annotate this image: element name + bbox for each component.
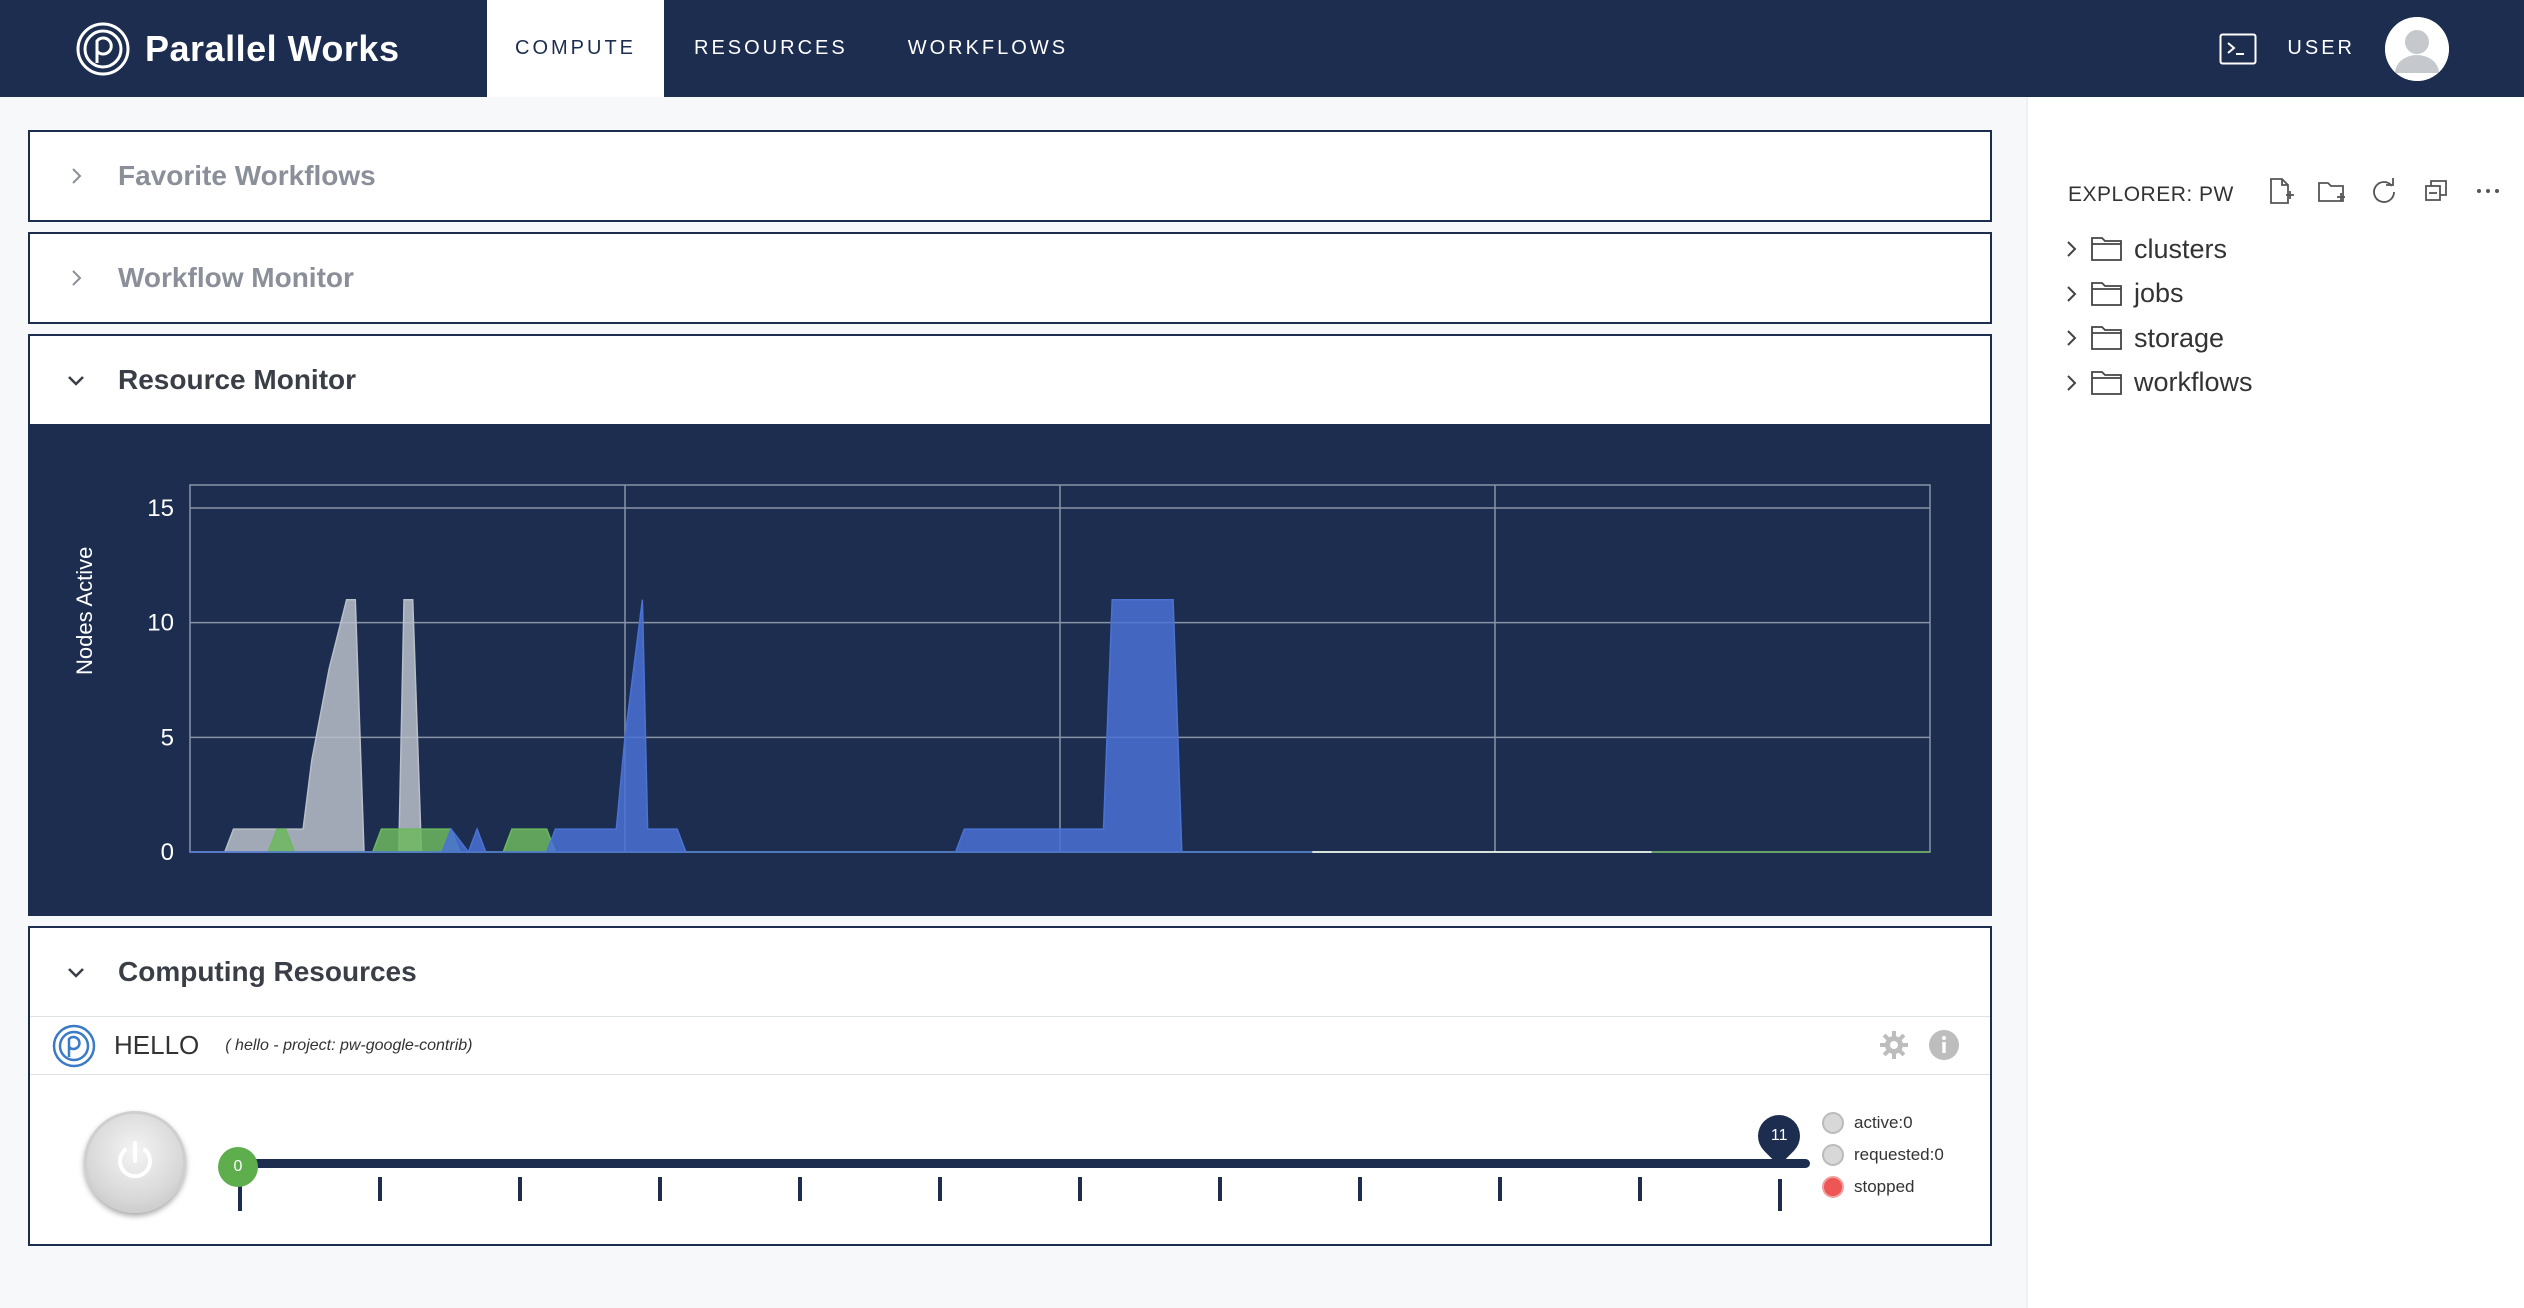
resource-controls: 0 11 active:0 requested:0 stopped xyxy=(30,1074,1990,1244)
tab-compute[interactable]: COMPUTE xyxy=(487,0,664,97)
main-nav: COMPUTE RESOURCES WORKFLOWS xyxy=(487,0,1098,97)
terminal-icon[interactable] xyxy=(2219,33,2257,65)
avatar[interactable] xyxy=(2385,16,2449,81)
info-icon[interactable] xyxy=(1928,1029,1960,1061)
user-area: USER xyxy=(2219,0,2449,97)
tab-workflows[interactable]: WORKFLOWS xyxy=(878,0,1098,97)
series-area-0 xyxy=(190,598,434,853)
chevron-right-icon xyxy=(72,270,82,286)
top-navbar: Parallel Works COMPUTE RESOURCES WORKFLO… xyxy=(0,0,2524,97)
resource-monitor-header[interactable]: Resource Monitor xyxy=(30,336,1990,424)
tab-workflows-label: WORKFLOWS xyxy=(907,37,1069,59)
user-label[interactable]: USER xyxy=(2287,37,2355,60)
folder-icon xyxy=(2091,326,2122,351)
chevron-down-icon xyxy=(68,968,84,978)
favorite-workflows-header[interactable]: Favorite Workflows xyxy=(30,132,1990,220)
status-dot-icon xyxy=(1822,1112,1844,1134)
more-icon[interactable] xyxy=(2472,175,2504,207)
legend-stopped: stopped xyxy=(1822,1171,1944,1203)
tree-item-label: jobs xyxy=(2134,278,2184,309)
chevron-right-icon xyxy=(2067,286,2077,302)
explorer-title: EXPLORER: PW xyxy=(2068,183,2234,206)
legend-requested-label: requested:0 xyxy=(1854,1145,1944,1164)
main-content: Favorite Workflows Workflow Monitor Reso… xyxy=(28,130,1992,1256)
resource-monitor-panel: Resource Monitor 0 5 10 15 Nodes Active xyxy=(28,334,1992,916)
chevron-right-icon xyxy=(2067,330,2077,346)
y-axis-label: Nodes Active xyxy=(72,546,97,675)
computing-resources-title: Computing Resources xyxy=(118,956,417,987)
slider-min-value: 0 xyxy=(233,1158,243,1175)
brand-logo[interactable]: Parallel Works xyxy=(75,20,399,78)
resource-header-row: HELLO ( hello - project: pw-google-contr… xyxy=(30,1016,1990,1074)
tree-item-workflows[interactable]: workflows xyxy=(2060,361,2253,406)
tab-compute-label: COMPUTE xyxy=(515,37,636,59)
resource-logo-icon xyxy=(52,1024,96,1067)
y-tick-label: 5 xyxy=(161,724,174,751)
user-avatar-icon xyxy=(2385,16,2449,81)
slider-max-value: 11 xyxy=(1770,1127,1788,1145)
chevron-right-icon xyxy=(2067,375,2077,391)
explorer-header: EXPLORER: PW xyxy=(2068,175,2504,215)
legend-active-label: active:0 xyxy=(1854,1113,1913,1132)
legend-requested: requested:0 xyxy=(1822,1139,1944,1171)
parallel-works-logo-icon xyxy=(76,22,130,76)
chevron-right-icon xyxy=(2067,241,2077,257)
new-folder-icon[interactable] xyxy=(2316,175,2348,207)
favorite-workflows-panel: Favorite Workflows xyxy=(28,130,1992,222)
computing-resources-panel: Computing Resources HELLO ( hello - proj… xyxy=(28,926,1992,1246)
file-explorer: EXPLORER: PW clusters jobs storage workf… xyxy=(2026,97,2524,1308)
resource-name: HELLO xyxy=(114,1030,200,1060)
tab-resources-label: RESOURCES xyxy=(694,37,848,59)
tree-item-label: clusters xyxy=(2134,233,2228,264)
folder-icon xyxy=(2091,370,2122,395)
gear-icon[interactable] xyxy=(1878,1029,1910,1061)
resource-monitor-chart: 0 5 10 15 Nodes Active xyxy=(30,424,1990,914)
explorer-toolbar xyxy=(2264,175,2504,207)
legend-stopped-label: stopped xyxy=(1854,1177,1915,1196)
resource-monitor-title: Resource Monitor xyxy=(118,364,357,395)
resource-actions xyxy=(1878,1029,1960,1061)
folder-icon xyxy=(2091,237,2122,262)
chevron-down-icon xyxy=(68,376,84,386)
workflow-monitor-title: Workflow Monitor xyxy=(118,262,354,293)
status-dot-icon xyxy=(1822,1144,1844,1166)
refresh-icon[interactable] xyxy=(2368,175,2400,207)
y-tick-label: 15 xyxy=(147,495,174,522)
workflow-monitor-header[interactable]: Workflow Monitor xyxy=(30,234,1990,322)
slider-min-handle[interactable]: 0 xyxy=(218,1147,258,1187)
folder-icon xyxy=(2091,281,2122,306)
y-tick-label: 10 xyxy=(147,610,174,637)
resource-subtitle: ( hello - project: pw-google-contrib) xyxy=(225,1036,473,1054)
new-file-icon[interactable] xyxy=(2264,175,2296,207)
computing-resources-header[interactable]: Computing Resources xyxy=(30,928,1990,1016)
tree-item-label: workflows xyxy=(2134,367,2253,398)
legend-active: active:0 xyxy=(1822,1107,1944,1139)
y-tick-label: 0 xyxy=(161,839,174,866)
tree-item-jobs[interactable]: jobs xyxy=(2060,272,2253,317)
status-dot-icon xyxy=(1822,1176,1844,1198)
favorite-workflows-title: Favorite Workflows xyxy=(118,160,376,191)
status-legend: active:0 requested:0 stopped xyxy=(1822,1107,1944,1203)
tab-resources[interactable]: RESOURCES xyxy=(664,0,878,97)
chevron-right-icon xyxy=(72,168,82,184)
nodes-active-chart: 0 5 10 15 xyxy=(147,484,1931,866)
tree-item-clusters[interactable]: clusters xyxy=(2060,227,2253,272)
collapse-icon[interactable] xyxy=(2420,175,2452,207)
workflow-monitor-panel: Workflow Monitor xyxy=(28,232,1992,324)
slider-ticks xyxy=(238,1177,1782,1211)
brand-name: Parallel Works xyxy=(145,28,400,69)
explorer-tree: clusters jobs storage workflows xyxy=(2060,227,2253,405)
tree-item-label: storage xyxy=(2134,322,2225,353)
tree-item-storage[interactable]: storage xyxy=(2060,316,2253,361)
